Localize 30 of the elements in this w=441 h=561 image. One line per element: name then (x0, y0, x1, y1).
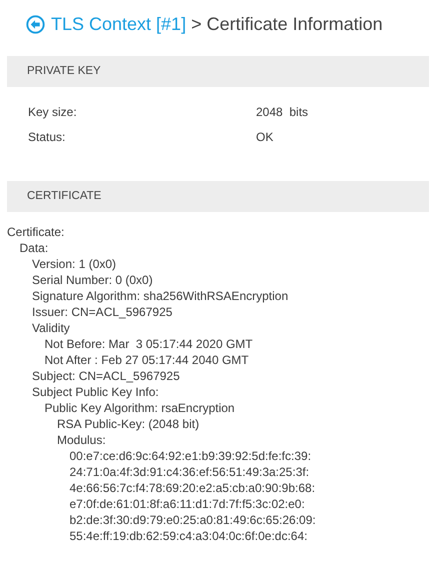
section-header: CERTIFICATE (7, 181, 429, 212)
certificate-text-line: Public Key Algorithm: rsaEncryption (44, 401, 235, 415)
certificate-text-line: Not After : Feb 27 05:17:44 2040 GMT (44, 353, 249, 367)
certificate-text-line: Signature Algorithm: sha256WithRSAEncryption (32, 289, 288, 303)
back-link[interactable]: TLS Context [#1] (51, 14, 186, 35)
certificate-text-line: RSA Public-Key: (2048 bit) (57, 417, 200, 431)
certificate-text-line: Data: (20, 241, 48, 255)
back-icon[interactable] (26, 15, 45, 34)
certificate-text-line: Not Before: Mar 3 05:17:44 2020 GMT (44, 337, 253, 351)
breadcrumb-separator: > (191, 14, 202, 35)
field-label: Status: (28, 129, 66, 146)
field-value: OK (256, 129, 274, 146)
certificate-text-line: Version: 1 (0x0) (32, 257, 116, 271)
certificate-text-line: Modulus: (57, 433, 106, 447)
certificate-text-line: e7:0f:de:61:01:8f:a6:11:d1:7d:7f:f5:3c:02:e0: (70, 497, 305, 511)
section-header: PRIVATE KEY (7, 56, 429, 87)
certificate-text-line: 4e:66:56:7c:f4:78:69:20:e2:a5:cb:a0:90:9b:68: (70, 481, 316, 495)
certificate-text-line: Serial Number: 0 (0x0) (32, 273, 153, 287)
certificate-text-line: 00:e7:ce:d6:9c:64:92:e1:b9:39:92:5d:fe:fc:39: (70, 449, 312, 463)
certificate-text-line: Certificate: (7, 225, 64, 239)
certificate-text-line: 24:71:0a:4f:3d:91:c4:36:ef:56:51:49:3a:25:3f: (70, 465, 310, 479)
certificate-text-line: Issuer: CN=ACL_5967925 (32, 305, 172, 319)
certificate-text-line: 55:4e:ff:19:db:62:59:c4:a3:04:0c:6f:0e:dc:64: (70, 529, 308, 543)
field-label: Key size: (28, 104, 78, 121)
page-title: Certificate Information (206, 14, 383, 35)
certificate-text-line: Validity (32, 321, 70, 335)
certificate-text-line: Subject: CN=ACL_5967925 (32, 369, 180, 383)
certificate-text-line: Subject Public Key Info: (32, 385, 159, 399)
field-value: 2048 bits (256, 104, 308, 121)
certificate-text-line: b2:de:3f:30:d9:79:e0:25:a0:81:49:6c:65:26:09: (70, 513, 316, 527)
